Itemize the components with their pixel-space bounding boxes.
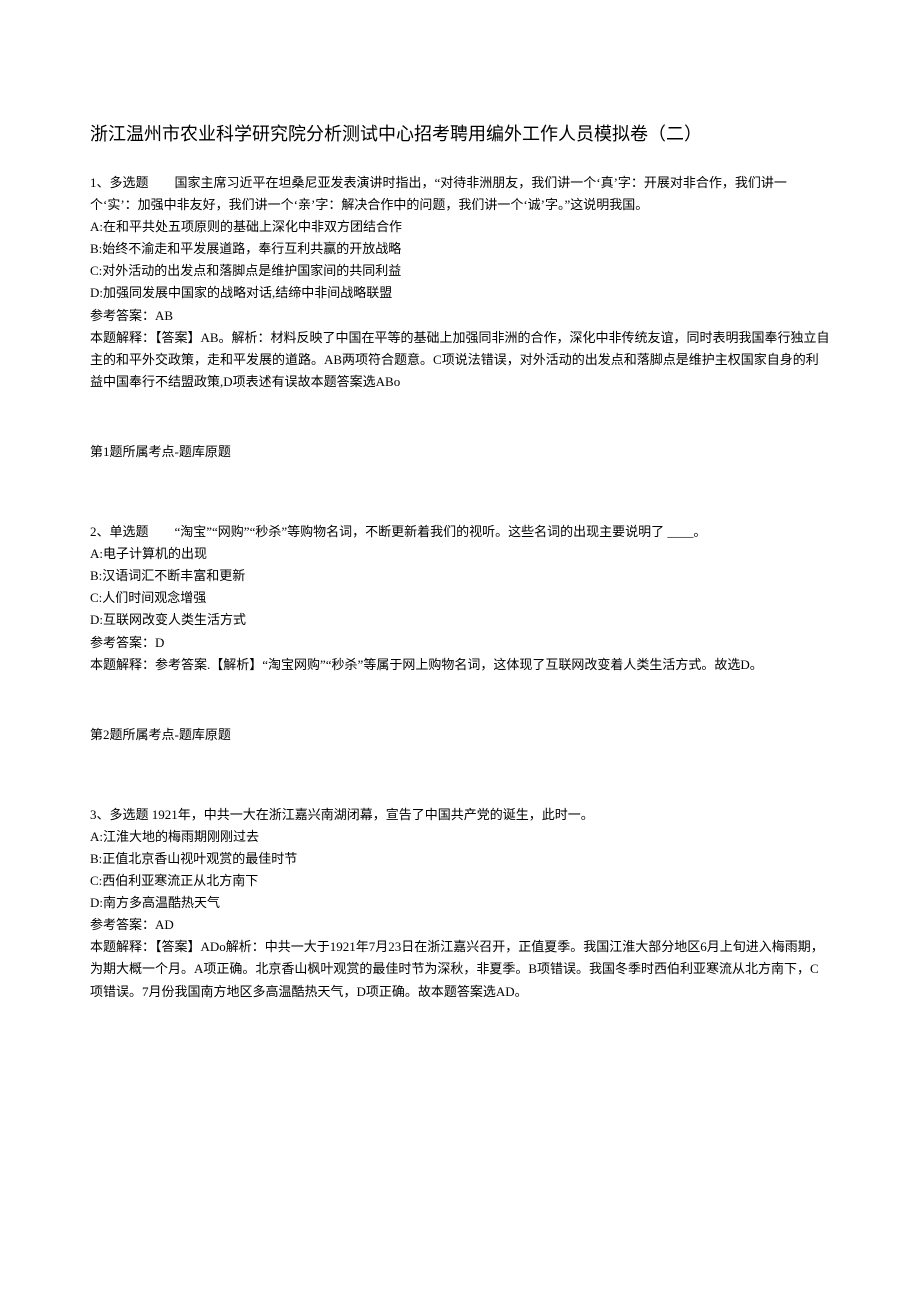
- explanation: 本题解释：【答案】ADo解析：中共一大于1921年7月23日在浙江嘉兴召开，正值…: [90, 936, 830, 1002]
- document-title: 浙江温州市农业科学研究院分析测试中心招考聘用编外工作人员模拟卷（二）: [90, 120, 830, 146]
- option-a: A:在和平共处五项原则的基础上深化中非双方团结合作: [90, 216, 830, 238]
- question-2-source: 第2题所属考点-题库原题: [90, 724, 830, 746]
- option-a: A:江淮大地的梅雨期刚刚过去: [90, 826, 830, 848]
- option-c: C:对外活动的出发点和落脚点是维护国家间的共同利益: [90, 260, 830, 282]
- option-a: A:电子计算机的出现: [90, 543, 830, 565]
- option-b: B:汉语词汇不断丰富和更新: [90, 565, 830, 587]
- question-header: 1、多选题 国家主席习近平在坦桑尼亚发表演讲时指出，“对待非洲朋友，我们讲一个‘…: [90, 172, 830, 216]
- answer-label: 参考答案：D: [90, 632, 830, 654]
- answer-label: 参考答案：AD: [90, 914, 830, 936]
- question-header: 2、单选题 “淘宝”“网购”“秒杀”等购物名词，不断更新着我们的视听。这些名词的…: [90, 521, 830, 543]
- option-d: D:互联网改变人类生活方式: [90, 609, 830, 631]
- option-c: C:人们时间观念增强: [90, 587, 830, 609]
- option-d: D:南方多高温酷热天气: [90, 892, 830, 914]
- option-d: D:加强同发展中国家的战略对话,结缔中非间战略联盟: [90, 282, 830, 304]
- explanation: 本题解释：【答案】AB。解析：材料反映了中国在平等的基础上加强同非洲的合作，深化…: [90, 327, 830, 393]
- question-1: 1、多选题 国家主席习近平在坦桑尼亚发表演讲时指出，“对待非洲朋友，我们讲一个‘…: [90, 172, 830, 393]
- option-c: C:西伯利亚寒流正从北方南下: [90, 870, 830, 892]
- document-page: 浙江温州市农业科学研究院分析测试中心招考聘用编外工作人员模拟卷（二） 1、多选题…: [0, 0, 920, 1079]
- question-3: 3、多选题 1921年，中共一大在浙江嘉兴南湖闭幕，宣告了中国共产党的诞生，此时…: [90, 804, 830, 1003]
- explanation: 本题解释：参考答案.【解析】“淘宝网购”“秒杀”等属于网上购物名词，这体现了互联…: [90, 654, 830, 676]
- question-2: 2、单选题 “淘宝”“网购”“秒杀”等购物名词，不断更新着我们的视听。这些名词的…: [90, 521, 830, 676]
- answer-label: 参考答案：AB: [90, 305, 830, 327]
- question-header: 3、多选题 1921年，中共一大在浙江嘉兴南湖闭幕，宣告了中国共产党的诞生，此时…: [90, 804, 830, 826]
- option-b: B:正值北京香山视叶观赏的最佳时节: [90, 848, 830, 870]
- option-b: B:始终不渝走和平发展道路，奉行互利共赢的开放战略: [90, 238, 830, 260]
- question-1-source: 第1题所属考点-题库原题: [90, 441, 830, 463]
